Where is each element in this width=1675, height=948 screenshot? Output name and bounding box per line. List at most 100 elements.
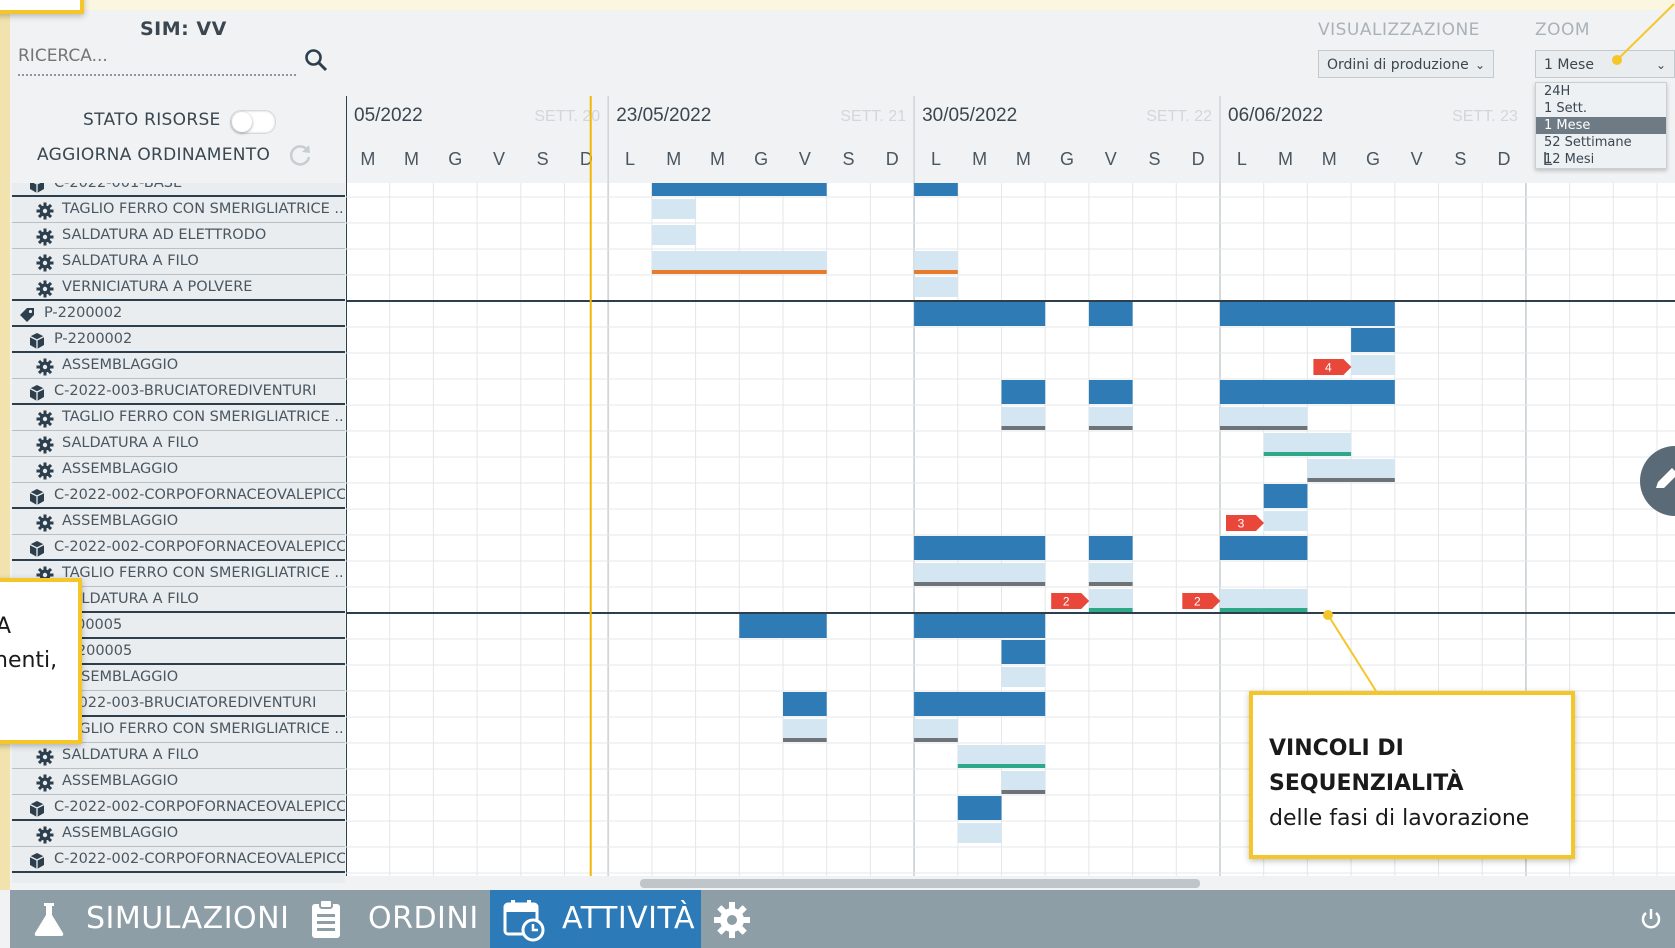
task-bar-gray[interactable]: [1001, 426, 1046, 430]
resource-row-op[interactable]: VERNICIATURA A POLVERE: [12, 275, 345, 301]
task-bar-light[interactable]: [1220, 407, 1308, 427]
task-bar-light[interactable]: [957, 745, 1046, 765]
resource-row-op[interactable]: TAGLIO FERRO CON SMERIGLIATRICE ...: [12, 405, 345, 431]
task-bar-light[interactable]: [1088, 589, 1133, 609]
resource-row-op[interactable]: ASSEMBLAGGIO: [12, 769, 345, 795]
resource-row-op[interactable]: TAGLIO FERRO CON SMERIGLIATRICE ...: [12, 197, 345, 223]
task-bar-dark[interactable]: [739, 614, 827, 638]
task-bar-dark[interactable]: [1220, 536, 1308, 560]
search-input[interactable]: [18, 46, 288, 66]
task-bar-light[interactable]: [914, 563, 1046, 583]
task-bar-light[interactable]: [914, 719, 958, 739]
day-label: D: [1498, 149, 1511, 169]
task-bar-light[interactable]: [783, 719, 827, 739]
task-bar-dark[interactable]: [783, 692, 827, 716]
task-bar-light[interactable]: [914, 251, 958, 271]
task-bar-light[interactable]: [1263, 511, 1308, 531]
visualizzazione-select[interactable]: Ordini di produzione ⌄: [1318, 50, 1494, 78]
stato-risorse-toggle[interactable]: [230, 110, 276, 134]
task-bar-orange[interactable]: [914, 270, 958, 274]
horizontal-scrollbar[interactable]: [346, 876, 1675, 888]
resource-row-op[interactable]: SALDATURA AD ELETTRODO: [12, 223, 345, 249]
task-bar-light[interactable]: [1088, 563, 1133, 583]
task-bar-dark[interactable]: [957, 796, 1002, 820]
day-label: M: [1278, 149, 1293, 169]
nav-attivita-label: ATTIVITÀ: [562, 901, 696, 936]
task-bar-dark[interactable]: [1088, 536, 1133, 560]
task-bar-light[interactable]: [651, 225, 696, 245]
task-bar-blue[interactable]: [1307, 478, 1395, 482]
task-bar-dark[interactable]: [1351, 328, 1395, 352]
task-bar-light[interactable]: [1351, 355, 1395, 375]
task-bar-light[interactable]: [651, 251, 827, 271]
task-bar-dark[interactable]: [651, 183, 827, 196]
task-bar-dark[interactable]: [1088, 380, 1133, 404]
refresh-icon[interactable]: [287, 142, 313, 172]
task-bar-teal[interactable]: [1088, 608, 1133, 612]
resource-row-comp[interactable]: C-2022-002-CORPOFORNACEOVALEPICC...: [12, 847, 345, 873]
task-bar-dark[interactable]: [1263, 484, 1308, 508]
nav-simulazioni-label: SIMULAZIONI: [86, 901, 290, 936]
resource-row-op[interactable]: SALDATURA A FILO: [12, 249, 345, 275]
task-bar-light[interactable]: [1307, 459, 1395, 479]
task-bar-gray[interactable]: [1088, 426, 1133, 430]
resource-row-op[interactable]: ASSEMBLAGGIO: [12, 509, 345, 535]
resource-row-op[interactable]: ASSEMBLAGGIO: [12, 821, 345, 847]
task-bar-dark[interactable]: [1220, 302, 1395, 326]
task-bar-teal[interactable]: [1263, 452, 1352, 456]
task-bar-dark[interactable]: [914, 692, 1046, 716]
task-bar-dark[interactable]: [1001, 640, 1046, 664]
resource-row-comp[interactable]: C-2022-002-CORPOFORNACEOVALEPICC...: [12, 535, 345, 561]
resource-row-op[interactable]: ASSEMBLAGGIO: [12, 457, 345, 483]
resource-row-comp[interactable]: C-2022-002-CORPOFORNACEOVALEPICC...: [12, 795, 345, 821]
resource-row-order[interactable]: P-2200002: [12, 301, 345, 327]
search-icon[interactable]: [304, 48, 328, 76]
task-bar-light[interactable]: [1001, 667, 1046, 687]
task-bar-light[interactable]: [1263, 433, 1352, 453]
resource-row-comp[interactable]: C-2022-001-BASE: [12, 183, 345, 197]
task-bar-dark[interactable]: [914, 183, 958, 196]
task-bar-light[interactable]: [914, 277, 958, 297]
task-bar-dark[interactable]: [914, 302, 1046, 326]
task-bar-teal[interactable]: [957, 764, 1046, 768]
task-bar-dark[interactable]: [1001, 380, 1046, 404]
nav-settings[interactable]: [710, 890, 760, 948]
task-bar-dark[interactable]: [1088, 302, 1133, 326]
task-bar-blue[interactable]: [1001, 790, 1046, 794]
search-field[interactable]: [18, 46, 296, 76]
resource-row-op[interactable]: SALDATURA A FILO: [12, 431, 345, 457]
constraint-flag[interactable]: 4: [1313, 359, 1352, 375]
task-bar-gray[interactable]: [914, 582, 1046, 586]
task-bar-light[interactable]: [1001, 407, 1046, 427]
constraint-flag-label: 3: [1238, 517, 1245, 531]
task-bar-light[interactable]: [1001, 771, 1046, 791]
resource-row-op[interactable]: SALDATURA A FILO: [12, 743, 345, 769]
task-bar-gray[interactable]: [1088, 582, 1133, 586]
task-bar-dark[interactable]: [914, 614, 1046, 638]
week-date: 23/05/2022: [616, 105, 711, 126]
task-bar-light[interactable]: [957, 823, 1002, 843]
constraint-flag[interactable]: 2: [1051, 593, 1090, 609]
task-bar-teal[interactable]: [1220, 608, 1308, 612]
task-bar-orange[interactable]: [651, 270, 827, 274]
resource-row-comp[interactable]: P-2200002: [12, 327, 345, 353]
nav-simulazioni[interactable]: SIMULAZIONI: [24, 890, 306, 948]
task-bar-gray[interactable]: [914, 738, 958, 742]
nav-ordini[interactable]: ORDINI: [306, 890, 490, 948]
task-bar-dark[interactable]: [914, 536, 1046, 560]
nav-attivita[interactable]: ATTIVITÀ: [490, 890, 701, 948]
scrollbar-thumb[interactable]: [640, 879, 1200, 888]
task-bar-light[interactable]: [651, 199, 696, 219]
task-bar-gray[interactable]: [783, 738, 827, 742]
constraint-flag[interactable]: 3: [1226, 515, 1264, 531]
resource-row-comp[interactable]: C-2022-002-CORPOFORNACEOVALEPICC...: [12, 483, 345, 509]
power-button[interactable]: [1635, 890, 1671, 948]
power-icon: [1641, 909, 1661, 929]
resource-row-comp[interactable]: C-2022-003-BRUCIATOREDIVENTURI: [12, 379, 345, 405]
task-bar-light[interactable]: [1088, 407, 1133, 427]
task-bar-light[interactable]: [1220, 589, 1308, 609]
constraint-flag[interactable]: 2: [1182, 593, 1221, 609]
task-bar-dark[interactable]: [1220, 380, 1395, 404]
resource-row-op[interactable]: ASSEMBLAGGIO: [12, 353, 345, 379]
task-bar-gray[interactable]: [1220, 426, 1308, 430]
